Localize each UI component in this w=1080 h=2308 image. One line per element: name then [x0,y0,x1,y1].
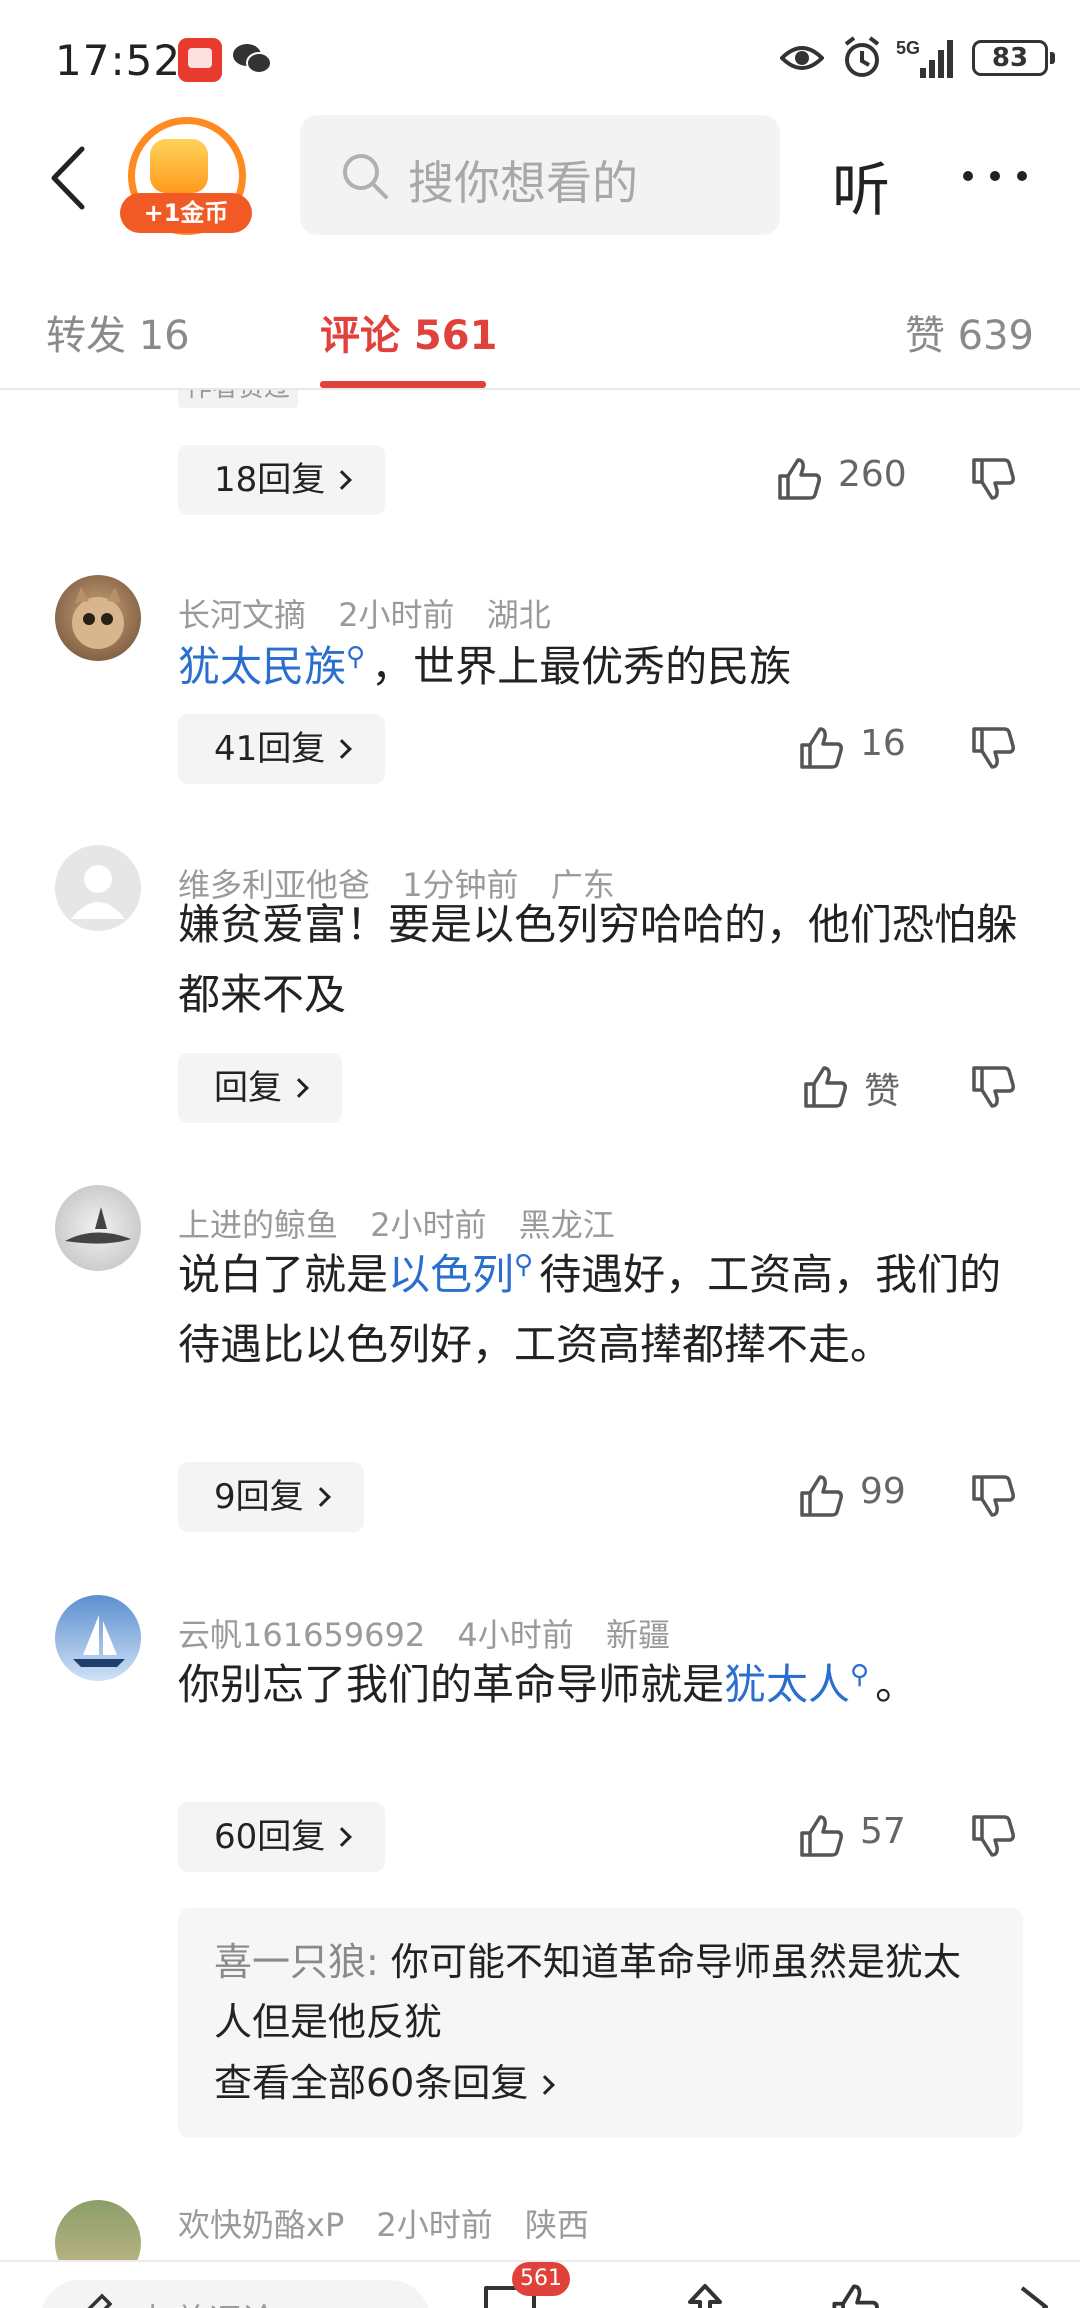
comment-text-before: 你别忘了我们的革命导师就是 [178,1660,725,1709]
like-count: 99 [860,1471,906,1512]
comment-text-before: 说白了就是 [178,1250,389,1299]
coin-bag-icon [150,139,208,193]
top-nav: +1金币 搜你想看的 听 [0,115,1080,240]
thumbs-down-icon[interactable] [970,1064,1016,1110]
network-type: 5G [896,38,920,58]
status-time: 17:52 [55,36,182,85]
coin-reward-badge[interactable]: +1金币 [120,115,252,239]
thumbs-down-icon[interactable] [970,456,1016,502]
author-liked-badge: 作者赞过 [178,390,299,408]
comment-input-placeholder: 友善评论 [140,2294,276,2308]
thumbs-up-icon [800,1475,843,1517]
status-icons: 5G 83 [780,36,1080,82]
back-icon[interactable] [46,145,92,211]
comment-input[interactable]: 友善评论 [40,2280,430,2308]
chevron-right-icon [310,1487,331,1507]
thumbs-down-icon[interactable] [970,1813,1016,1859]
chevron-right-icon [289,1078,309,1098]
thumbs-down-icon[interactable] [970,725,1016,771]
view-all-replies-link[interactable]: 查看全部60条回复 [214,2052,987,2114]
replies-button[interactable]: 60回复 [178,1802,386,1872]
comment-text-after: ，世界上最优秀的民族 [371,642,792,691]
thumbs-up-icon [804,1066,847,1108]
sub-reply-author[interactable]: 喜一只狼: [214,1940,379,1984]
chevron-right-icon [535,2075,556,2095]
like-count: 16 [860,723,906,764]
replies-button[interactable]: 9回复 [178,1462,364,1532]
chevron-right-icon [332,470,353,490]
default-user-icon [71,865,125,919]
like-count: 57 [860,1811,906,1852]
avatar[interactable] [55,845,141,931]
comment-location: 陕西 [524,2206,589,2244]
alarm-icon [844,36,880,77]
comment-list: 作者赞过 18回复 260 长河文摘 2小时前 湖北 犹太民族⚲，世界上最优秀的… [0,390,1080,2260]
listen-button[interactable]: 听 [832,143,890,227]
comment-text: 你别忘了我们的革命导师就是犹太人⚲。 [178,1640,998,1720]
more-icon[interactable] [960,161,1030,191]
search-link-icon: ⚲ [850,1660,870,1690]
battery-icon: 83 [972,40,1055,76]
avatar[interactable] [55,575,141,661]
sub-reply-text: 喜一只狼: 你可能不知道革命导师虽然是犹太人但是他反犹 [214,1932,987,2052]
comment-text: 嫌贫爱富！要是以色列穷哈哈的，他们恐怕躲都来不及 [178,900,1019,1019]
replies-label: 41回复 [214,729,326,769]
comment-text: 犹太民族⚲ ，世界上最优秀的民族 [178,622,1038,702]
app-notification-icon [178,38,222,82]
comment-text-after: 。 [875,1660,918,1709]
replies-button[interactable]: 41回复 [178,714,386,784]
wechat-icon [233,44,272,74]
replies-button[interactable]: 回复 [178,1053,342,1123]
replies-label: 回复 [214,1068,282,1108]
comment-author[interactable]: 欢快奶酪xP [178,2206,344,2244]
replies-button[interactable]: 18回复 [178,445,386,515]
comment-meta: 欢快奶酪xP 2小时前 陕西 [178,2200,611,2246]
topic-link[interactable]: 以色列 [388,1250,514,1299]
replies-label: 60回复 [214,1817,326,1857]
search-icon [343,154,388,199]
topic-link[interactable]: 犹太人 [724,1660,850,1709]
tab-comments[interactable]: 评论 561 [320,303,497,361]
cat-avatar-icon [72,587,124,649]
avatar[interactable] [55,1595,141,1681]
thumbs-up-icon [800,727,843,769]
thumbs-up-icon [800,1815,843,1857]
chevron-right-icon [332,739,353,759]
search-link-icon: ⚲ [346,642,366,672]
sailboat-avatar-icon [73,1615,125,1667]
search-placeholder: 搜你想看的 [408,156,638,210]
coin-label: +1金币 [120,193,252,233]
avatar[interactable] [55,1185,141,1271]
sub-reply-preview[interactable]: 喜一只狼: 你可能不知道革命导师虽然是犹太人但是他反犹 查看全部60条回复 [178,1908,1023,2138]
pencil-icon [87,2293,113,2308]
battery-level: 83 [991,43,1029,73]
bottom-bar: 友善评论 561 [0,2260,1080,2308]
thumbs-up-icon[interactable] [830,2282,880,2308]
tab-active-indicator [320,381,486,388]
search-link-icon: ⚲ [514,1250,534,1280]
topic-link[interactable]: 犹太民族 [178,642,346,691]
replies-label: 9回复 [214,1477,304,1517]
like-count: 赞 [864,1071,901,1112]
share-icon[interactable] [680,2282,730,2308]
eye-icon [780,46,824,70]
search-input[interactable]: 搜你想看的 [300,115,780,235]
whale-avatar-icon [65,1207,131,1244]
signal-icon: 5G [896,38,953,78]
tab-likes[interactable]: 赞 639 [905,303,1034,361]
comment-text: 说白了就是以色列⚲ 待遇好，工资高，我们的待遇比以色列好，工资高撵都撵不走。 [178,1230,1038,1380]
tab-bar: 转发 16 评论 561 赞 639 [0,275,1080,390]
status-bar: 17:52 5G 83 [0,0,1080,115]
comment-time: 2小时前 [376,2206,493,2244]
thumbs-down-icon[interactable] [970,1473,1016,1519]
thumbs-up-icon [778,458,821,500]
tab-repost[interactable]: 转发 16 [46,303,190,361]
replies-label: 18回复 [214,460,326,500]
comment-count-badge: 561 [512,2262,570,2296]
view-all-replies-label: 查看全部60条回复 [214,2061,529,2105]
avatar[interactable] [55,2200,141,2260]
like-count: 260 [838,454,907,495]
forward-icon[interactable] [1010,2282,1060,2308]
chevron-right-icon [332,1827,353,1847]
